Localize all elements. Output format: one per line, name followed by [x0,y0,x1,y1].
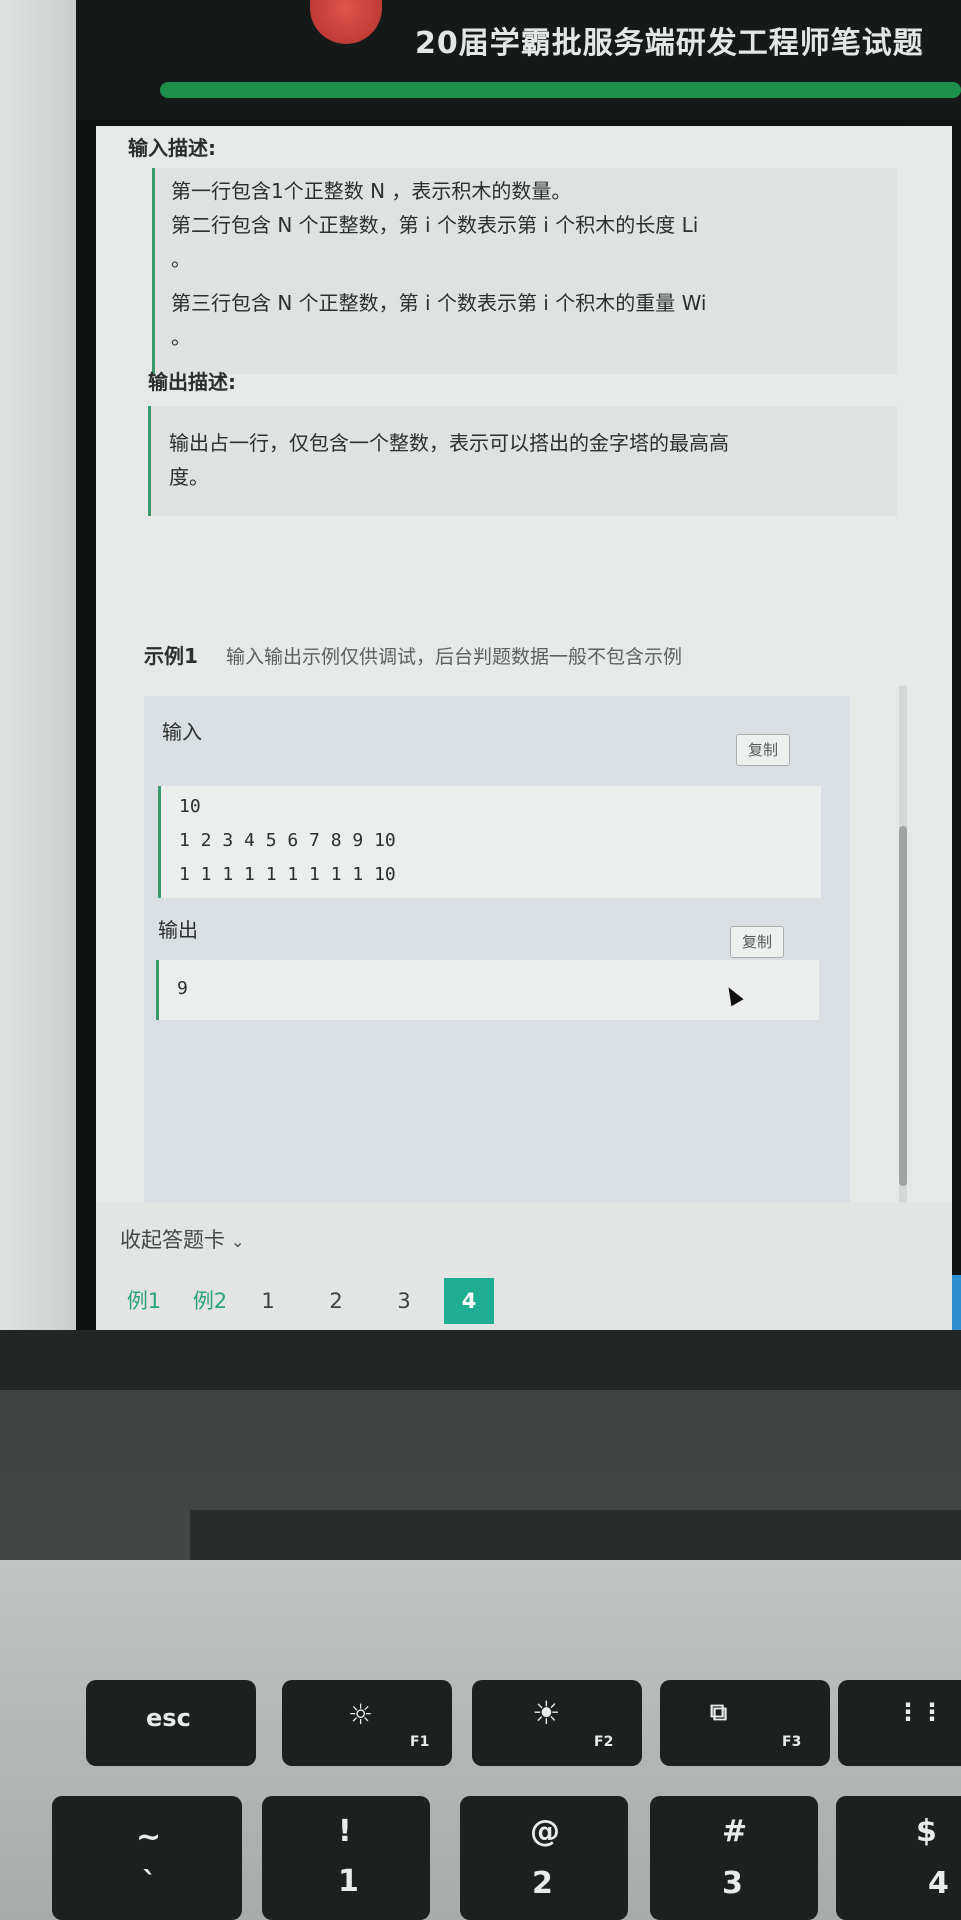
brightness-up-icon: ☀ [532,1694,561,1732]
copy-input-button[interactable]: 复制 [736,734,790,766]
tab-question-2[interactable]: 2 [318,1278,354,1324]
key-3-top: # [722,1814,748,1849]
input-desc-line: 第二行包含 N 个正整数，第 i 个数表示第 i 个积木的长度 Li [171,213,699,237]
input-code-line: 1 2 3 4 5 6 7 8 9 10 [179,830,396,851]
key-1[interactable]: ! 1 [262,1796,430,1920]
example-title: 示例1 [144,644,198,668]
key-esc[interactable]: esc [86,1680,256,1766]
laptop-bezel [0,1330,961,1390]
key-tilde[interactable]: ~ ` [52,1796,242,1920]
key-2-top: @ [530,1814,560,1849]
input-desc-line: 第一行包含1个正整数 N ，表示积木的数量。 [171,179,572,203]
progress-bar [160,82,961,98]
tab-example-1[interactable]: 例1 [120,1278,168,1324]
tab-question-1[interactable]: 1 [250,1278,286,1324]
key-esc-label: esc [146,1704,191,1732]
input-code-block: 10 1 2 3 4 5 6 7 8 9 10 1 1 1 1 1 1 1 1 … [158,786,821,898]
chevron-down-icon: ⌄ [231,1232,245,1251]
scrollbar-thumb[interactable] [899,826,907,1186]
key-3[interactable]: # 3 [650,1796,818,1920]
scrollbar[interactable] [899,686,907,1206]
key-tilde-bottom: ` [142,1866,157,1901]
question-panel: 输入描述: 第一行包含1个正整数 N ，表示积木的数量。 第二行包含 N 个正整… [96,126,952,1346]
input-code-line: 10 [179,796,201,817]
mission-control-icon: ⧉ [710,1698,728,1726]
example-io-box: 输入 复制 10 1 2 3 4 5 6 7 8 9 10 1 1 1 1 1 … [144,696,850,1256]
key-2-bottom: 2 [532,1866,553,1901]
key-f2[interactable]: ☀ F2 [472,1680,642,1766]
key-f3-label: F3 [782,1734,802,1750]
output-code-line: 9 [177,978,188,999]
key-3-bottom: 3 [722,1866,743,1901]
copy-output-button[interactable]: 复制 [730,926,784,958]
key-tilde-top: ~ [136,1820,162,1855]
question-content: 输入描述: 第一行包含1个正整数 N ，表示积木的数量。 第二行包含 N 个正整… [96,126,952,1256]
exam-title: 20届学霸批服务端研发工程师笔试题 [415,26,924,61]
input-label: 输入 [162,720,202,744]
key-f1[interactable]: ☼ F1 [282,1680,452,1766]
key-f2-label: F2 [594,1734,614,1750]
output-desc-block: 输出占一行，仅包含一个整数，表示可以搭出的金字塔的最高高 度。 [148,406,897,516]
key-4-top: $ [916,1814,937,1849]
tab-question-3[interactable]: 3 [386,1278,422,1324]
input-desc-line: 。 [171,247,191,271]
key-f3[interactable]: ⧉ F3 [660,1680,830,1766]
tab-question-4-active[interactable]: 4 [444,1278,494,1324]
input-desc-block: 第一行包含1个正整数 N ，表示积木的数量。 第二行包含 N 个正整数，第 i … [152,168,897,374]
key-4[interactable]: $ 4 [836,1796,961,1920]
key-f4[interactable]: ⋮⋮ [838,1680,961,1766]
answer-card-footer: 收起答题卡 ⌄ 例1 例2 1 2 3 4 [96,1202,952,1346]
input-desc-title: 输入描述: [128,136,216,160]
tab-example-2[interactable]: 例2 [186,1278,234,1324]
output-desc-line: 度。 [169,465,209,489]
progress-fill [160,82,961,98]
input-desc-line: 第三行包含 N 个正整数，第 i 个数表示第 i 个积木的重量 Wi [171,291,707,315]
input-desc-line: 。 [171,325,191,349]
key-1-top: ! [338,1814,352,1849]
output-desc-title: 输出描述: [148,370,236,394]
collapse-label: 收起答题卡 [120,1228,225,1252]
collapse-answer-card[interactable]: 收起答题卡 ⌄ [120,1224,244,1254]
output-code-block: 9 [156,960,819,1020]
launchpad-icon: ⋮⋮ [896,1698,944,1726]
input-code-line: 1 1 1 1 1 1 1 1 1 10 [179,864,396,885]
laptop-hinge [190,1510,961,1566]
brightness-down-icon: ☼ [348,1698,374,1731]
left-bezel [0,0,80,1370]
key-2[interactable]: @ 2 [460,1796,628,1920]
output-desc-line: 输出占一行，仅包含一个整数，表示可以搭出的金字塔的最高高 [169,431,729,455]
example-note: 输入输出示例仅供调试，后台判题数据一般不包含示例 [226,646,683,668]
key-1-bottom: 1 [338,1864,359,1899]
key-4-bottom: 4 [928,1866,949,1901]
output-label: 输出 [158,918,198,942]
key-f1-label: F1 [410,1734,430,1750]
